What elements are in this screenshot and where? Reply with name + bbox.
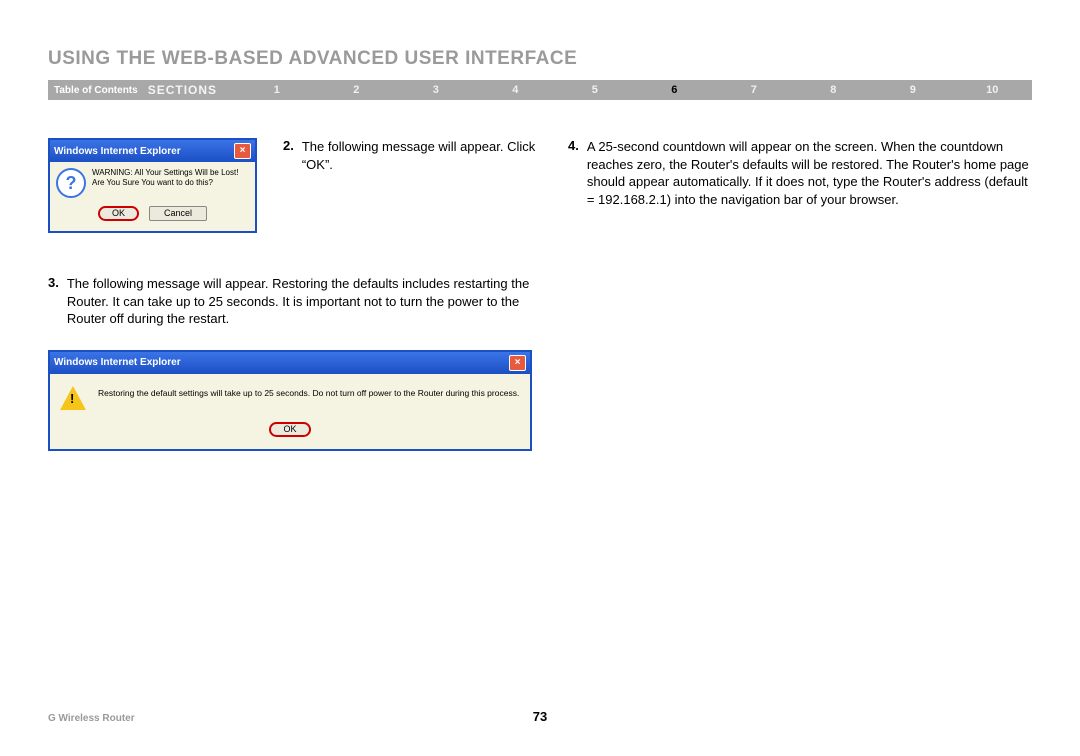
step3-text: The following message will appear. Resto… <box>67 275 538 328</box>
question-icon: ? <box>56 168 86 198</box>
dialog1-msg-line2: Are You Sure You want to do this? <box>92 178 238 188</box>
nav-num-9[interactable]: 9 <box>873 84 953 96</box>
nav-sections-label: SECTIONS <box>148 83 237 97</box>
nav-numbers: 1 2 3 4 5 6 7 8 9 10 <box>237 84 1032 96</box>
warning-dialog-1: Windows Internet Explorer × ? WARNING: A… <box>48 138 257 233</box>
nav-num-1[interactable]: 1 <box>237 84 317 96</box>
step4-text: A 25-second countdown will appear on the… <box>587 138 1032 208</box>
nav-num-2[interactable]: 2 <box>317 84 397 96</box>
step2-number: 2. <box>283 138 294 153</box>
warning-icon <box>60 386 86 410</box>
nav-num-10[interactable]: 10 <box>953 84 1033 96</box>
dialog2-msg: Restoring the default settings will take… <box>98 384 519 398</box>
nav-num-3[interactable]: 3 <box>396 84 476 96</box>
step2-text: The following message will appear. Click… <box>302 138 538 173</box>
dialog2-title: Windows Internet Explorer <box>54 357 181 368</box>
close-icon[interactable]: × <box>509 355 526 371</box>
nav-num-6[interactable]: 6 <box>635 84 715 96</box>
close-icon[interactable]: × <box>234 143 251 159</box>
ok-button[interactable]: OK <box>98 206 139 221</box>
section-navbar: Table of Contents SECTIONS 1 2 3 4 5 6 7… <box>48 80 1032 100</box>
nav-num-7[interactable]: 7 <box>714 84 794 96</box>
ok-button[interactable]: OK <box>269 422 310 437</box>
dialog1-title: Windows Internet Explorer <box>54 146 181 157</box>
step3-number: 3. <box>48 275 59 290</box>
dialog1-msg-line1: WARNING: All Your Settings Will be Lost! <box>92 168 238 178</box>
nav-num-8[interactable]: 8 <box>794 84 874 96</box>
page-title: USING THE WEB-BASED ADVANCED USER INTERF… <box>48 48 1032 70</box>
step4-number: 4. <box>568 138 579 153</box>
page-number: 73 <box>0 709 1080 724</box>
cancel-button[interactable]: Cancel <box>149 206 207 221</box>
warning-dialog-2: Windows Internet Explorer × Restoring th… <box>48 350 532 451</box>
nav-toc[interactable]: Table of Contents <box>48 85 148 96</box>
nav-num-4[interactable]: 4 <box>476 84 556 96</box>
nav-num-5[interactable]: 5 <box>555 84 635 96</box>
